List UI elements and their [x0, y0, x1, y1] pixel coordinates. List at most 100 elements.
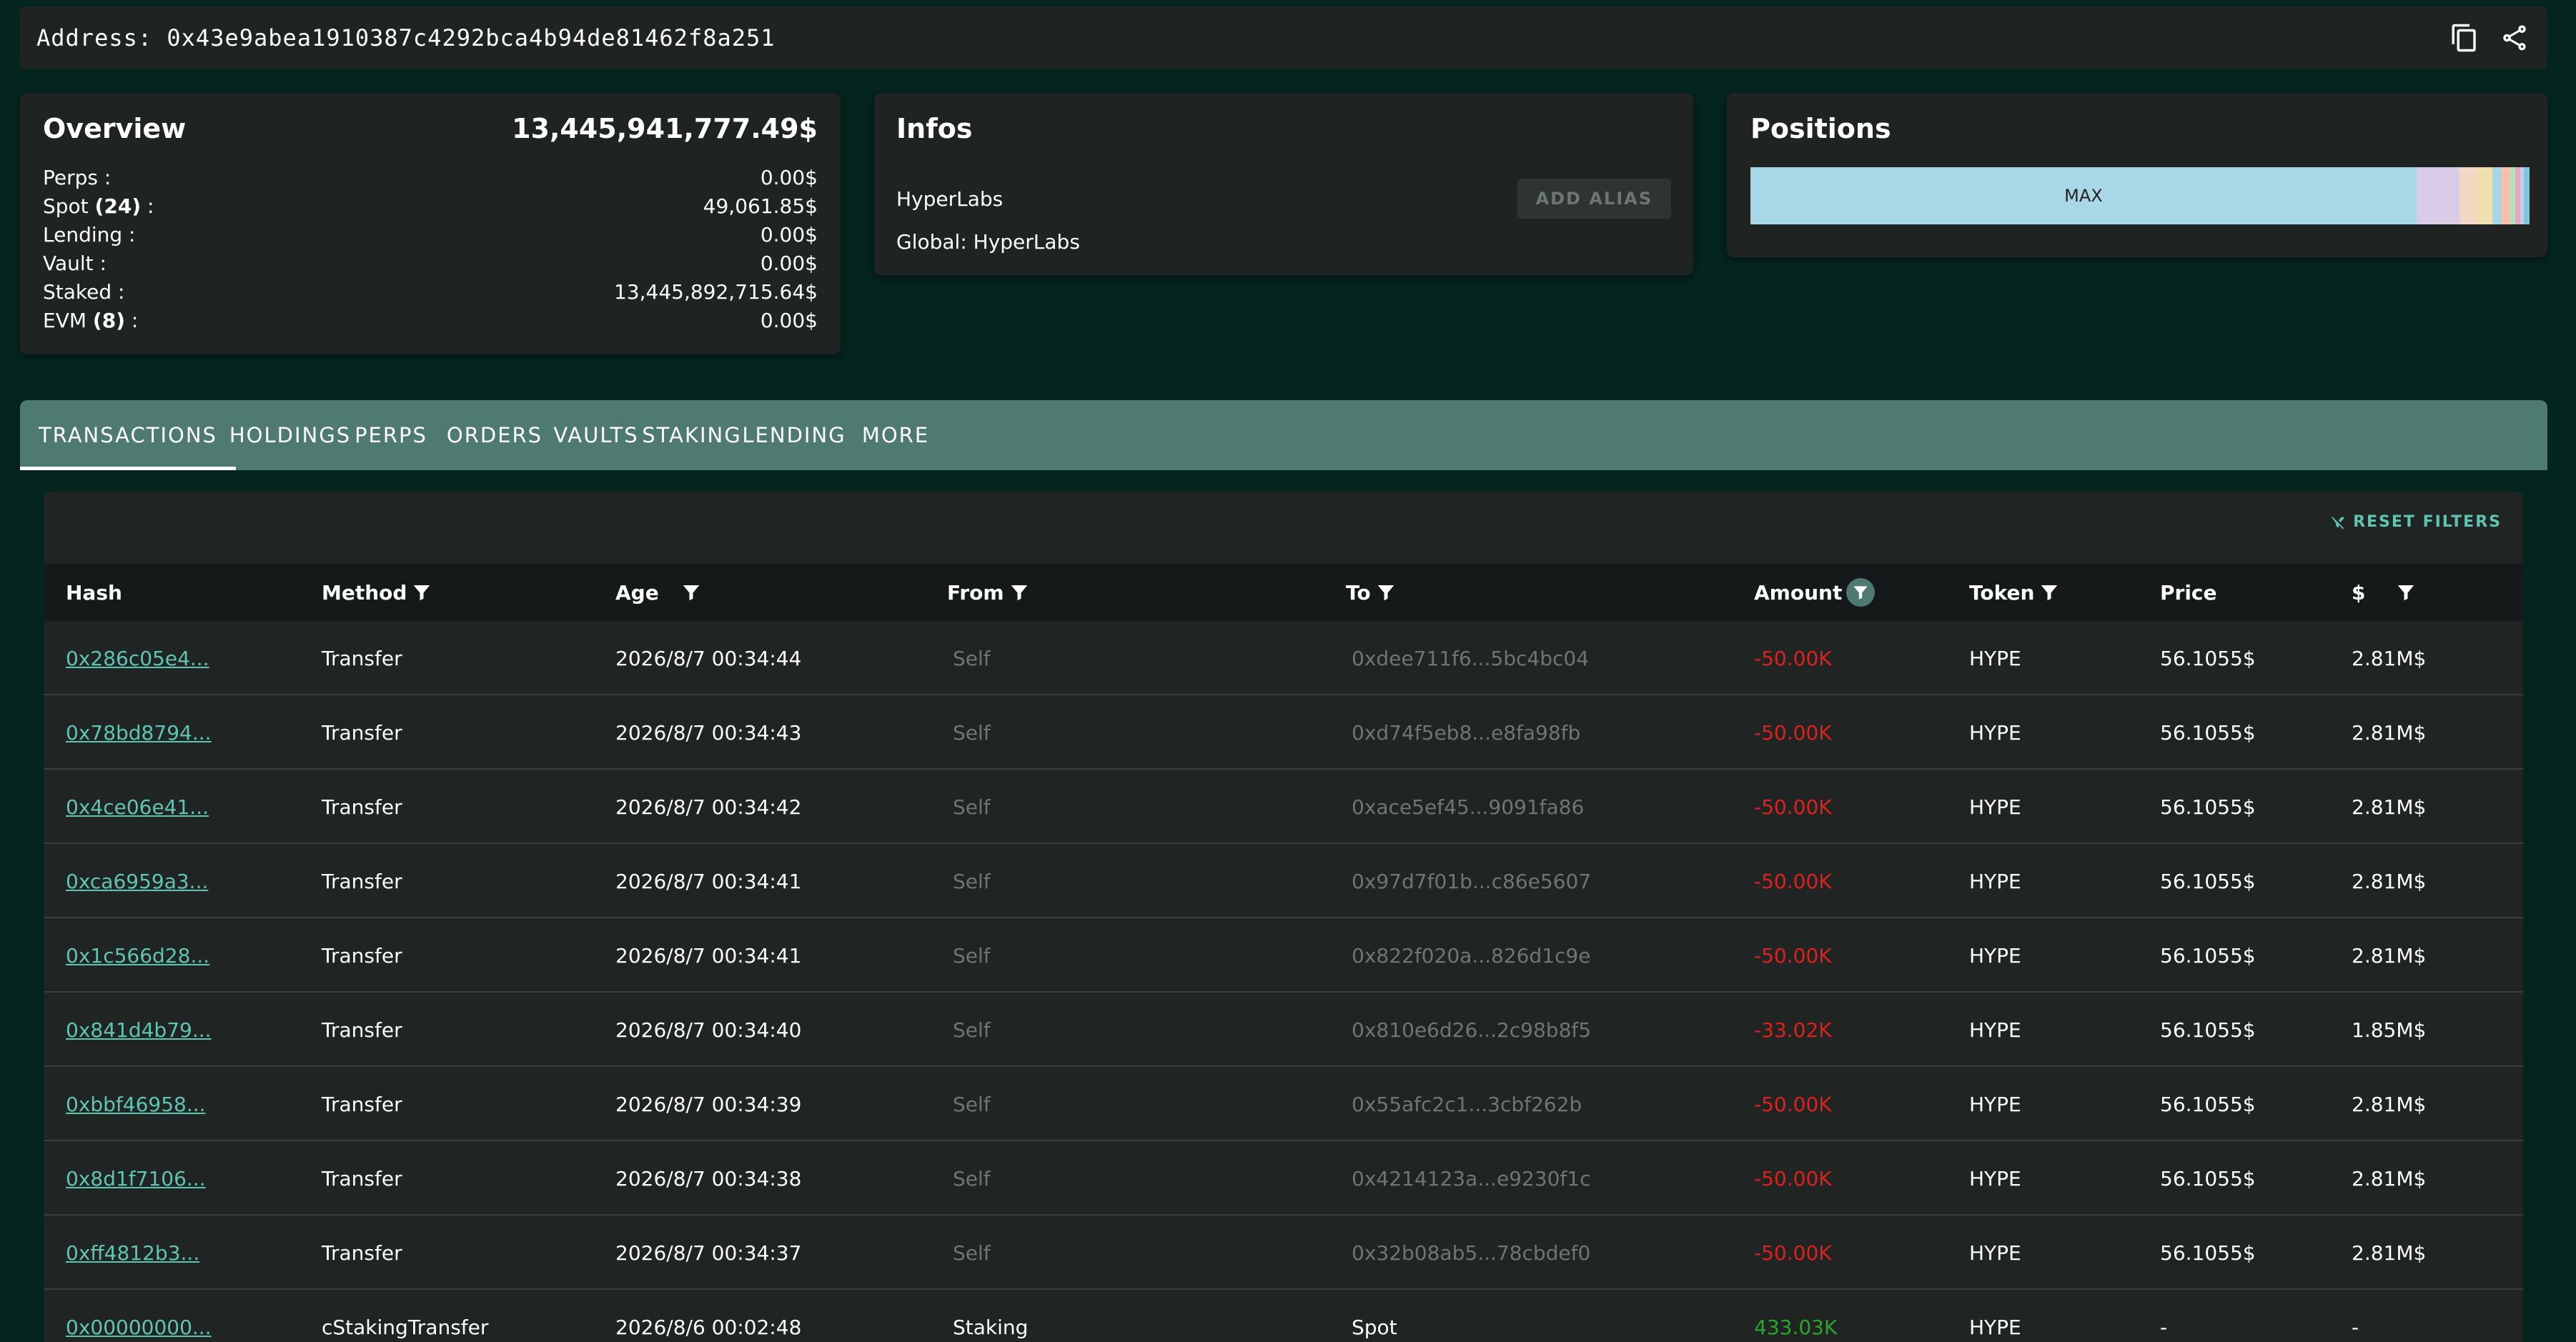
position-segment[interactable]	[2459, 167, 2477, 224]
cell-from[interactable]: Self	[953, 844, 991, 918]
tab-lending[interactable]: LENDING	[742, 400, 845, 470]
overview-row-label: EVM (8) :	[43, 309, 138, 332]
cell-usd: -	[2352, 1315, 2359, 1339]
position-segment[interactable]	[2509, 167, 2516, 224]
cell-hash[interactable]: 0x841d4b79...	[66, 993, 212, 1067]
table-row[interactable]: 0xca6959a3... Transfer 2026/8/7 00:34:41 Se…	[44, 844, 2523, 918]
table-row[interactable]: 0x8d1f7106... Transfer 2026/8/7 00:34:38 Se…	[44, 1141, 2523, 1216]
filter-icon[interactable]	[1846, 578, 1876, 607]
cell-method: Transfer	[322, 1092, 402, 1116]
overview-row-name: Vault :	[43, 251, 106, 275]
cell-from[interactable]: Self	[953, 993, 991, 1067]
position-segment[interactable]: MAX	[1750, 167, 2417, 224]
cell-from[interactable]: Self	[953, 695, 991, 770]
cell-to[interactable]: 0xace5ef45...9091fa86	[1352, 770, 1584, 844]
table-row[interactable]: 0x1c566d28... Transfer 2026/8/7 00:34:41 Se…	[44, 918, 2523, 993]
tab-perps[interactable]: PERPS	[345, 400, 437, 470]
cell-to[interactable]: 0xd74f5eb8...e8fa98fb	[1352, 695, 1580, 770]
cell-usd: 2.81M$	[2352, 943, 2427, 968]
column-header-label: Method	[322, 580, 407, 605]
cell-amount: -50.00K	[1754, 869, 1832, 893]
tab-holdings[interactable]: HOLDINGS	[229, 400, 350, 470]
filter-icon[interactable]	[1009, 582, 1030, 603]
cell-age: 2026/8/7 00:34:42	[615, 795, 802, 819]
tab-vaults[interactable]: VAULTS	[552, 400, 640, 470]
column-header-token[interactable]: Token	[1969, 581, 2060, 605]
cell-hash[interactable]: 0x1c566d28...	[66, 918, 209, 993]
position-segment[interactable]	[2524, 167, 2530, 224]
tab-orders[interactable]: ORDERS	[437, 400, 552, 470]
column-header-amount[interactable]: Amount	[1754, 578, 1876, 607]
cell-hash[interactable]: 0xbbf46958...	[66, 1067, 206, 1141]
tabs-bar: TRANSACTIONS HOLDINGS PERPS ORDERS VAULTS STA…	[20, 400, 2547, 470]
cell-from[interactable]: Self	[953, 770, 991, 844]
column-header-from[interactable]: From	[947, 581, 1030, 605]
cell-token: HYPE	[1969, 1315, 2021, 1339]
column-header-age[interactable]: Age	[615, 581, 702, 605]
filter-icon[interactable]	[2395, 582, 2417, 603]
cell-usd: 1.85M$	[2352, 1018, 2427, 1042]
cell-price: 56.1055$	[2160, 795, 2256, 819]
column-header-label: $	[2352, 580, 2366, 605]
position-segment[interactable]	[2492, 167, 2502, 224]
table-row[interactable]: 0xbbf46958... Transfer 2026/8/7 00:34:39 Se…	[44, 1067, 2523, 1141]
address-bar: Address: 0x43e9abea1910387c4292bca4b94de…	[20, 6, 2547, 69]
overview-row: Spot (24) : 49,061.85$	[43, 192, 818, 220]
overview-row-count: (8)	[92, 308, 125, 332]
filter-icon[interactable]	[2038, 582, 2060, 603]
table-row[interactable]: 0xff4812b3... Transfer 2026/8/7 00:34:37 Se…	[44, 1216, 2523, 1290]
cell-price: 56.1055$	[2160, 1166, 2256, 1191]
tab-transactions[interactable]: TRANSACTIONS	[20, 400, 236, 470]
transactions-panel: RESET FILTERS Hash Method Age From To Amount T…	[20, 470, 2547, 1342]
cell-from: Staking	[953, 1315, 1029, 1339]
cell-age: 2026/8/7 00:34:44	[615, 646, 802, 670]
cell-hash[interactable]: 0x4ce06e41...	[66, 770, 209, 844]
reset-filters-button[interactable]: RESET FILTERS	[2330, 513, 2502, 531]
tab-staking[interactable]: STAKING	[640, 400, 743, 470]
column-header-price[interactable]: Price	[2160, 581, 2217, 605]
cell-to[interactable]: 0x810e6d26...2c98b8f5	[1352, 993, 1591, 1067]
cell-from[interactable]: Self	[953, 1216, 991, 1290]
cell-from[interactable]: Self	[953, 621, 991, 695]
table-row[interactable]: 0x00000000... cStakingTransfer 2026/8/6 00…	[44, 1290, 2523, 1342]
cell-from[interactable]: Self	[953, 918, 991, 993]
position-segment[interactable]	[2416, 167, 2459, 224]
table-row[interactable]: 0x4ce06e41... Transfer 2026/8/7 00:34:42 Se…	[44, 770, 2523, 844]
cell-hash[interactable]: 0x8d1f7106...	[66, 1141, 206, 1216]
cell-amount: -50.00K	[1754, 795, 1832, 819]
overview-row-name: Lending :	[43, 222, 136, 247]
column-header-method[interactable]: Method	[322, 581, 432, 605]
cell-hash[interactable]: 0x00000000...	[66, 1290, 212, 1342]
cell-hash[interactable]: 0xca6959a3...	[66, 844, 208, 918]
filter-icon[interactable]	[1375, 582, 1397, 603]
cell-amount: -33.02K	[1754, 1018, 1832, 1042]
column-header-usd[interactable]: $	[2352, 581, 2417, 605]
copy-icon[interactable]	[2448, 21, 2481, 54]
table-row[interactable]: 0x841d4b79... Transfer 2026/8/7 00:34:40 Se…	[44, 993, 2523, 1067]
cell-to[interactable]: 0xdee711f6...5bc4bc04	[1352, 621, 1589, 695]
cell-from[interactable]: Self	[953, 1067, 991, 1141]
cell-hash[interactable]: 0x286c05e4...	[66, 621, 209, 695]
column-header-hash[interactable]: Hash	[66, 581, 122, 605]
table-row[interactable]: 0x78bd8794... Transfer 2026/8/7 00:34:43 Se…	[44, 695, 2523, 770]
filter-off-icon	[2332, 516, 2344, 530]
column-header-to[interactable]: To	[1346, 581, 1397, 605]
table-row[interactable]: 0x286c05e4... Transfer 2026/8/7 00:34:44 Se…	[44, 621, 2523, 695]
cell-to[interactable]: 0x97d7f01b...c86e5607	[1352, 844, 1591, 918]
tab-more[interactable]: MORE	[845, 400, 946, 470]
add-alias-button[interactable]: ADD ALIAS	[1517, 179, 1671, 219]
share-icon[interactable]	[2498, 21, 2531, 54]
cell-to[interactable]: 0x55afc2c1...3cbf262b	[1352, 1067, 1582, 1141]
filter-icon[interactable]	[680, 582, 702, 603]
cell-to[interactable]: 0x4214123a...e9230f1c	[1352, 1141, 1591, 1216]
cell-method: Transfer	[322, 1018, 402, 1042]
filter-icon[interactable]	[411, 582, 432, 603]
infos-alias-row: HyperLabs ADD ALIAS	[896, 179, 1671, 219]
position-segment[interactable]	[2501, 167, 2510, 224]
position-segment[interactable]	[2476, 167, 2492, 224]
cell-hash[interactable]: 0x78bd8794...	[66, 695, 212, 770]
cell-to[interactable]: 0x32b08ab5...78cbdef0	[1352, 1216, 1590, 1290]
cell-to[interactable]: 0x822f020a...826d1c9e	[1352, 918, 1590, 993]
cell-hash[interactable]: 0xff4812b3...	[66, 1216, 199, 1290]
cell-from[interactable]: Self	[953, 1141, 991, 1216]
